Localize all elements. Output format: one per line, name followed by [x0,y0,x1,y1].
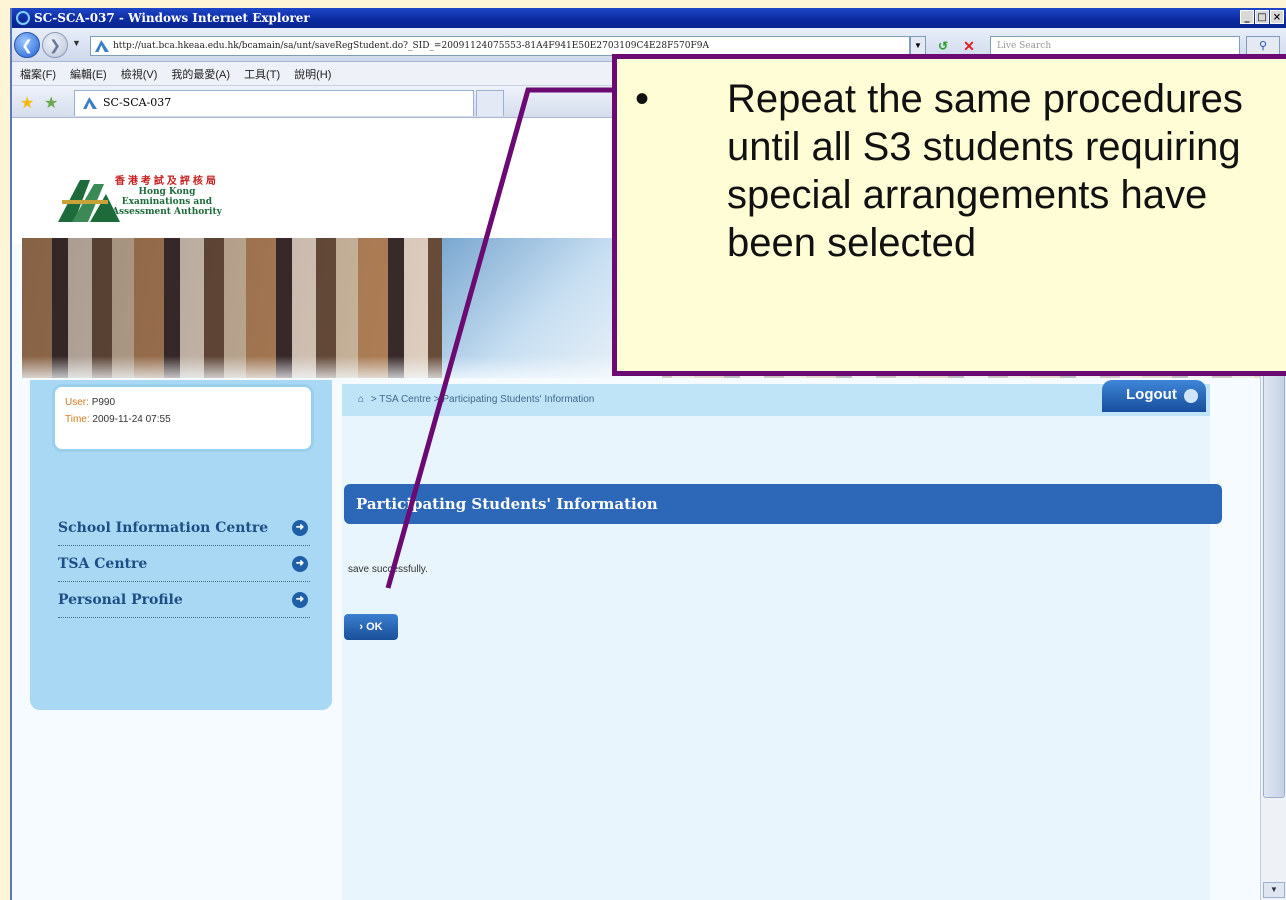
callout-list: • Repeat the same procedures until all S… [617,59,1286,267]
callout-line-2: until all S3 students requiring [727,125,1241,169]
bullet-icon: • [635,77,650,121]
callout-item: • Repeat the same procedures until all S… [635,75,1286,267]
callout-line-3: special arrangements have [727,173,1208,217]
instruction-callout: • Repeat the same procedures until all S… [612,54,1286,376]
callout-line-1: Repeat the same procedures [727,77,1243,121]
callout-line-4: been selected [727,221,977,265]
